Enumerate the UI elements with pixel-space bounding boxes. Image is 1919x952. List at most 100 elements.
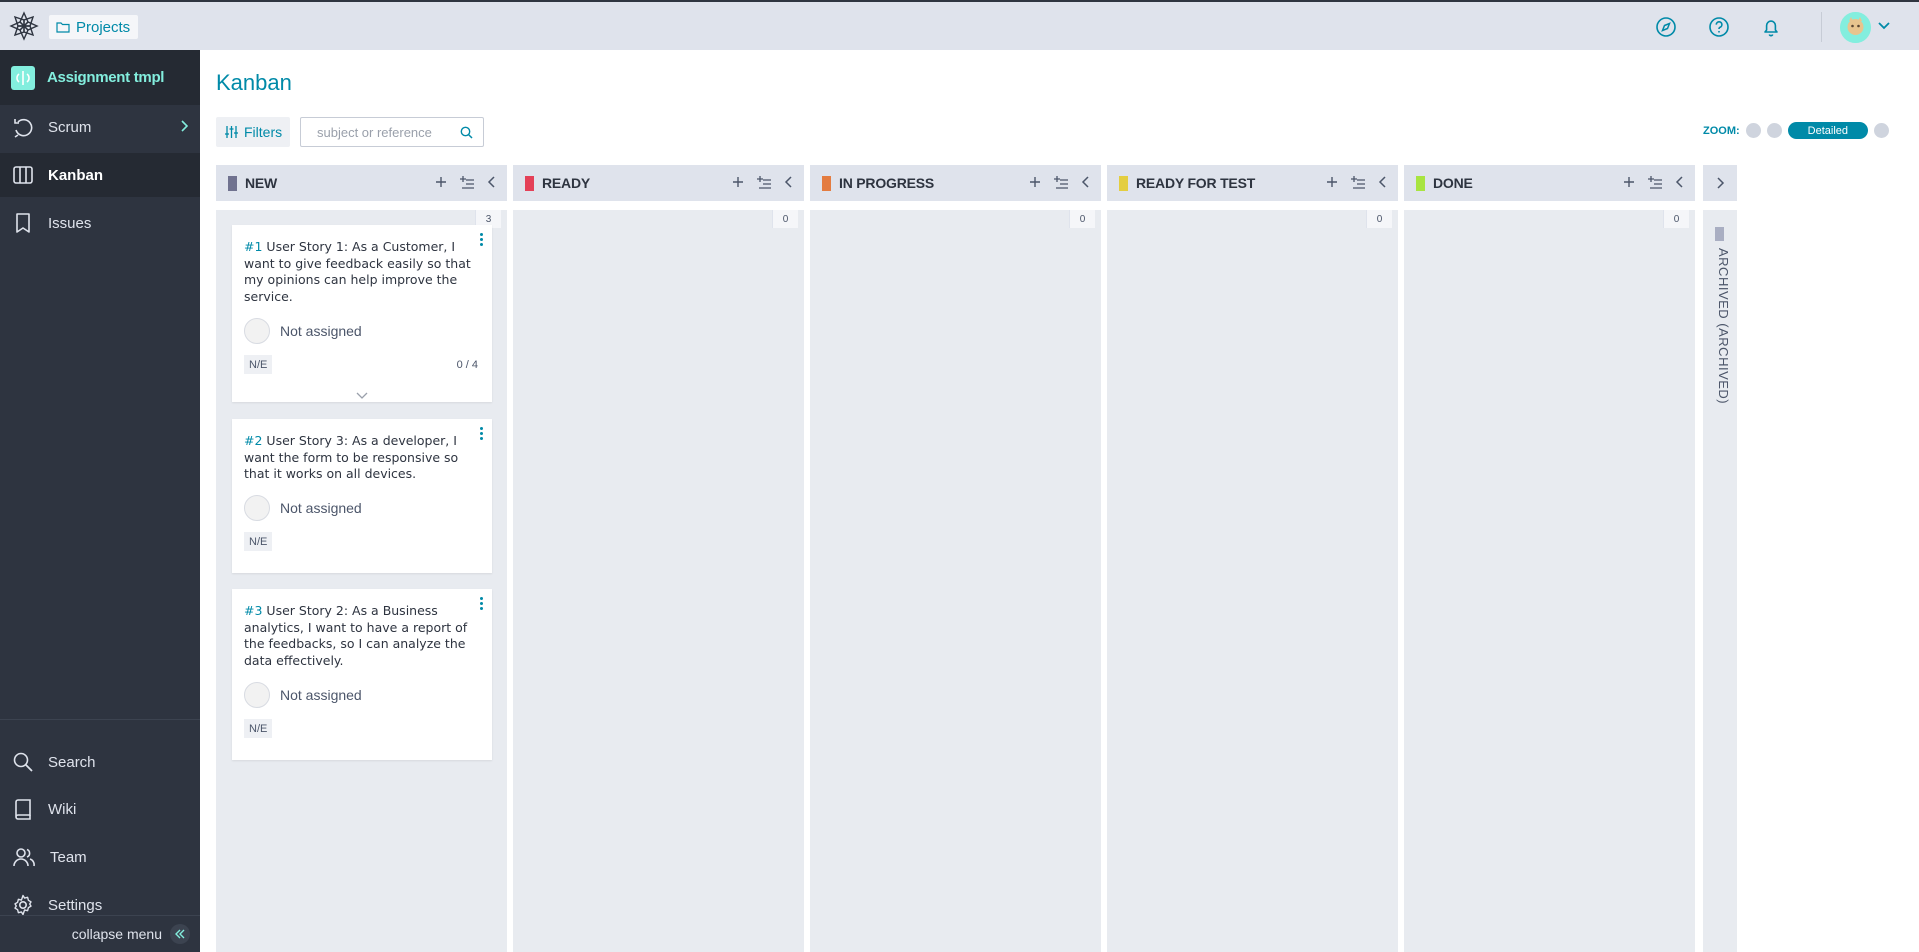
sidebar-item-kanban[interactable]: Kanban [0, 153, 200, 197]
avatar [244, 682, 270, 708]
sidebar-item-label: Scrum [48, 118, 92, 136]
sidebar-item-label: Team [50, 848, 87, 866]
fold-column-icon[interactable] [487, 176, 497, 188]
card-assignee[interactable]: Not assigned [244, 318, 362, 344]
zoom-level-4[interactable] [1874, 123, 1890, 138]
avatar [244, 495, 270, 521]
discover-icon[interactable] [1655, 16, 1677, 38]
issues-icon [16, 213, 30, 233]
assignee-label: Not assigned [280, 323, 362, 339]
help-icon[interactable] [1708, 16, 1730, 38]
fold-column-icon[interactable] [1378, 176, 1388, 188]
collapse-menu-button[interactable]: collapse menu [0, 915, 200, 952]
project-logo-icon [11, 65, 35, 90]
bulk-add-icon[interactable] [1647, 175, 1663, 189]
column-header-new: NEW [216, 165, 507, 201]
sidebar-item-issues[interactable]: Issues [0, 201, 200, 245]
sidebar-item-search[interactable]: Search [0, 740, 200, 784]
card-ref[interactable]: #2 [244, 433, 262, 448]
page-title: Kanban [216, 70, 292, 95]
projects-label: Projects [76, 18, 131, 36]
wiki-icon [15, 799, 31, 820]
filters-button[interactable]: Filters [216, 117, 291, 147]
card-ref[interactable]: #3 [244, 603, 262, 618]
card-menu-icon[interactable] [476, 427, 486, 443]
column-title: READY [542, 175, 591, 191]
fold-column-icon[interactable] [784, 176, 794, 188]
card-subject-text: User Story 2: As a Business analytics, I… [244, 603, 468, 668]
card-points[interactable]: N/E [244, 532, 273, 551]
column-title: READY FOR TEST [1136, 175, 1256, 191]
zoom-control: ZOOM: Detailed [1703, 122, 1890, 139]
user-story-card[interactable]: #3 User Story 2: As a Business analytics… [232, 589, 492, 760]
folder-icon [56, 22, 70, 33]
team-icon [13, 848, 35, 867]
fold-column-icon[interactable] [1081, 176, 1091, 188]
user-avatar-image-icon [1840, 12, 1871, 43]
search-field[interactable] [300, 117, 484, 147]
zoom-level-detailed[interactable]: Detailed [1787, 122, 1869, 139]
project-name-label: Assignment tmpl [47, 69, 165, 86]
double-chevron-left-icon [170, 924, 190, 944]
taiga-logo-icon[interactable] [8, 10, 40, 42]
bulk-add-icon[interactable] [1053, 175, 1069, 189]
chevron-down-icon[interactable] [355, 392, 369, 400]
column-body-ready-for-test: 0 [1107, 210, 1398, 952]
column-header-archived[interactable] [1703, 165, 1737, 201]
filters-icon [225, 126, 238, 138]
assignee-label: Not assigned [280, 500, 362, 516]
card-subject[interactable]: #2 User Story 3: As a developer, I want … [244, 433, 476, 483]
sidebar-item-wiki[interactable]: Wiki [0, 787, 200, 831]
add-icon[interactable] [435, 176, 447, 188]
zoom-level-1[interactable] [1745, 123, 1761, 138]
search-input[interactable] [317, 124, 457, 140]
sidebar-divider [0, 719, 200, 720]
card-subject[interactable]: #3 User Story 2: As a Business analytics… [244, 603, 476, 669]
card-menu-icon[interactable] [476, 233, 486, 249]
project-name[interactable]: Assignment tmpl [0, 50, 200, 105]
card-assignee[interactable]: Not assigned [244, 495, 362, 521]
user-avatar[interactable] [1840, 12, 1871, 43]
kanban-icon [13, 166, 33, 184]
collapse-menu-label: collapse menu [71, 926, 162, 942]
chevron-right-icon [181, 120, 188, 132]
add-icon[interactable] [1029, 176, 1041, 188]
card-ref[interactable]: #1 [244, 239, 262, 254]
column-count: 0 [1069, 210, 1095, 228]
chevron-right-icon[interactable] [1715, 177, 1725, 189]
add-icon[interactable] [1623, 176, 1635, 188]
add-icon[interactable] [732, 176, 744, 188]
bulk-add-icon[interactable] [756, 175, 772, 189]
chevron-down-icon[interactable] [1877, 21, 1891, 31]
topbar-divider [1821, 12, 1822, 42]
sidebar-item-label: Wiki [48, 800, 77, 818]
zoom-level-2[interactable] [1766, 123, 1782, 138]
sidebar-item-team[interactable]: Team [0, 835, 200, 879]
card-subject[interactable]: #1 User Story 1: As a Customer, I want t… [244, 239, 476, 305]
sidebar-item-scrum[interactable]: Scrum [0, 105, 200, 149]
add-icon[interactable] [1326, 176, 1338, 188]
user-story-card[interactable]: #1 User Story 1: As a Customer, I want t… [232, 225, 492, 402]
archived-column-label: ARCHIVED (ARCHIVED) [1716, 248, 1731, 405]
fold-column-icon[interactable] [1675, 176, 1685, 188]
assignee-label: Not assigned [280, 687, 362, 703]
card-menu-icon[interactable] [476, 597, 486, 613]
sidebar-item-label: Settings [48, 896, 103, 914]
column-body-archived[interactable]: ARCHIVED (ARCHIVED) [1703, 210, 1737, 952]
user-story-card[interactable]: #2 User Story 3: As a developer, I want … [232, 419, 492, 573]
column-title: IN PROGRESS [839, 175, 935, 191]
card-points[interactable]: N/E [244, 719, 273, 738]
column-body-ready: 0 [513, 210, 804, 952]
search-icon[interactable] [460, 126, 473, 139]
card-assignee[interactable]: Not assigned [244, 682, 362, 708]
column-color-swatch [228, 175, 237, 191]
notifications-icon[interactable] [1760, 16, 1782, 38]
card-points[interactable]: N/E [244, 355, 273, 374]
bulk-add-icon[interactable] [1350, 175, 1366, 189]
column-header-ready: READY [513, 165, 804, 201]
projects-button[interactable]: Projects [49, 15, 139, 39]
filters-label: Filters [244, 124, 283, 140]
zoom-label: ZOOM: [1703, 124, 1740, 137]
card-subject-text: User Story 3: As a developer, I want the… [244, 433, 459, 481]
bulk-add-icon[interactable] [459, 175, 475, 189]
